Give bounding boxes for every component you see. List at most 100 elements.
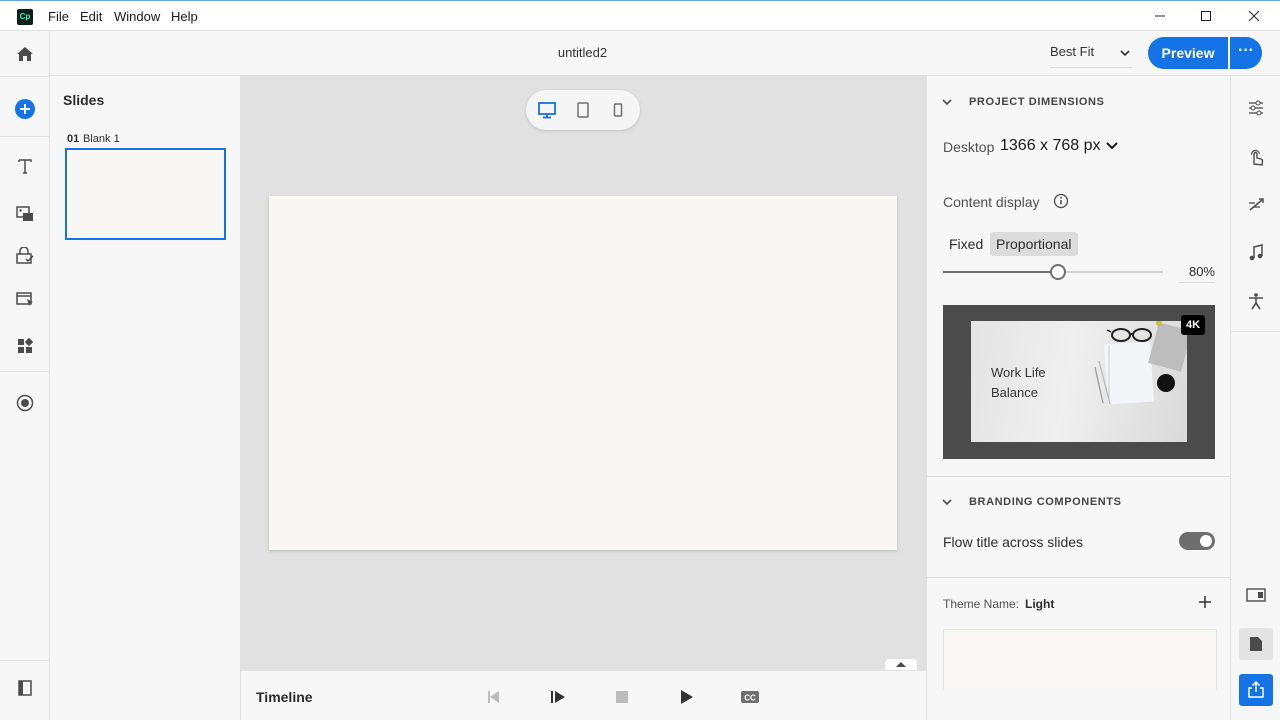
- media-icon: [16, 206, 33, 221]
- more-options-button[interactable]: ···: [1230, 37, 1262, 69]
- close-icon: [1248, 10, 1260, 22]
- canvas-area: [241, 76, 926, 671]
- mode-fixed-button[interactable]: Fixed: [943, 232, 989, 256]
- chevron-down-icon[interactable]: [941, 96, 953, 108]
- theme-card[interactable]: [943, 629, 1217, 689]
- maximize-button[interactable]: [1183, 1, 1229, 31]
- audio-tab[interactable]: [1244, 241, 1268, 265]
- add-circle-icon: [15, 99, 35, 119]
- scale-slider-handle[interactable]: [1049, 264, 1066, 280]
- dimension-value: 1366 x 768 px: [1000, 137, 1101, 154]
- content-display-label: Content display: [943, 194, 1040, 210]
- device-label: Desktop: [943, 139, 995, 155]
- app-logo: Cp: [17, 9, 33, 25]
- share-button[interactable]: [1239, 674, 1273, 706]
- previous-slide-button[interactable]: [482, 685, 506, 709]
- text-icon: [18, 159, 32, 174]
- slides-panel: Slides 01 Blank 1: [50, 76, 241, 720]
- scale-value[interactable]: 80%: [1179, 264, 1215, 283]
- theme-name-value: Light: [1025, 597, 1055, 611]
- document-tab[interactable]: [1239, 628, 1273, 660]
- tablet-icon: [577, 102, 589, 118]
- home-button[interactable]: [13, 42, 37, 66]
- zoom-value: Best Fit: [1050, 44, 1095, 59]
- left-toolbar: [0, 31, 50, 720]
- right-rail: [1230, 76, 1280, 720]
- skip-back-icon: [488, 691, 499, 703]
- play-button[interactable]: [674, 685, 698, 709]
- animations-tab[interactable]: [1244, 193, 1268, 217]
- touch-icon: [1250, 149, 1264, 166]
- dimension-preview: Work Life Balance 4K: [943, 305, 1215, 459]
- animation-icon: [1249, 198, 1264, 211]
- slide-thumbnail[interactable]: [65, 148, 226, 240]
- dimension-dropdown-icon[interactable]: [1105, 141, 1119, 151]
- media-tool-button[interactable]: [13, 202, 37, 226]
- mobile-view-button[interactable]: [604, 96, 632, 124]
- menu-help[interactable]: Help: [171, 9, 198, 24]
- info-icon[interactable]: [1053, 193, 1069, 209]
- menu-edit[interactable]: Edit: [80, 9, 102, 24]
- zoom-select[interactable]: Best Fit: [1050, 40, 1132, 68]
- preview-title: Work Life Balance: [991, 365, 1046, 400]
- panel-toggle-button[interactable]: [13, 676, 37, 700]
- interaction-tool-button[interactable]: [13, 287, 37, 311]
- timeline-bar: Timeline CC: [241, 670, 926, 720]
- closed-captions-button[interactable]: CC: [738, 685, 762, 709]
- menu-file[interactable]: File: [48, 9, 69, 24]
- interaction-icon: [16, 292, 33, 306]
- minimize-button[interactable]: [1137, 1, 1183, 31]
- preview-button[interactable]: Preview: [1148, 37, 1228, 69]
- slide-canvas[interactable]: [269, 196, 897, 550]
- slide-number: 01: [67, 133, 80, 145]
- resolution-badge: 4K: [1181, 315, 1205, 335]
- add-button[interactable]: [13, 97, 37, 121]
- slide-properties-tab[interactable]: [1244, 583, 1268, 607]
- tablet-view-button[interactable]: [569, 96, 597, 124]
- slides-title: Slides: [63, 92, 105, 108]
- stop-button[interactable]: [610, 685, 634, 709]
- theme-name-label: Theme Name:: [943, 597, 1020, 611]
- close-button[interactable]: [1231, 1, 1277, 31]
- project-dimensions-heading[interactable]: PROJECT DIMENSIONS: [969, 96, 1105, 108]
- record-button[interactable]: [13, 391, 37, 415]
- mode-proportional-button[interactable]: Proportional: [990, 232, 1078, 256]
- add-theme-icon[interactable]: [1197, 594, 1213, 610]
- panel-icon: [18, 680, 32, 696]
- preview-slide: Work Life Balance: [971, 321, 1187, 442]
- mobile-icon: [613, 103, 623, 117]
- menu-window[interactable]: Window: [114, 9, 160, 24]
- title-bar: Cp File Edit Window Help: [0, 0, 1280, 31]
- desktop-icon: [538, 102, 556, 119]
- closed-captions-icon: CC: [741, 691, 759, 703]
- document-icon: [1250, 637, 1262, 651]
- record-icon: [16, 394, 34, 412]
- stop-icon: [616, 691, 628, 703]
- accessibility-icon: [1249, 293, 1263, 310]
- interactions-tab[interactable]: [1244, 145, 1268, 169]
- text-tool-button[interactable]: [13, 154, 37, 178]
- accessibility-tab[interactable]: [1244, 289, 1268, 313]
- properties-panel: PROJECT DIMENSIONS Desktop 1366 x 768 px…: [926, 76, 1231, 720]
- scale-slider-fill: [943, 271, 1058, 273]
- flow-title-label: Flow title across slides: [943, 534, 1084, 550]
- chevron-down-icon: [1120, 50, 1130, 57]
- maximize-icon: [1201, 11, 1211, 21]
- svg-text:CC: CC: [744, 694, 756, 703]
- desktop-view-button[interactable]: [533, 96, 561, 124]
- quiz-icon: [16, 247, 34, 264]
- home-icon: [17, 47, 33, 61]
- chevron-up-icon: [896, 662, 906, 667]
- quiz-tool-button[interactable]: [13, 244, 37, 268]
- branding-components-heading[interactable]: BRANDING COMPONENTS: [969, 496, 1122, 508]
- widgets-tool-button[interactable]: [13, 334, 37, 358]
- properties-tab[interactable]: [1244, 96, 1268, 120]
- document-title: untitled2: [557, 45, 608, 60]
- sliders-icon: [1249, 100, 1263, 116]
- layout-icon: [1246, 588, 1266, 602]
- skip-forward-icon: [551, 691, 565, 703]
- chevron-down-icon[interactable]: [941, 496, 953, 508]
- play-icon: [681, 690, 693, 704]
- next-slide-button[interactable]: [546, 685, 570, 709]
- flow-title-toggle[interactable]: [1179, 532, 1215, 550]
